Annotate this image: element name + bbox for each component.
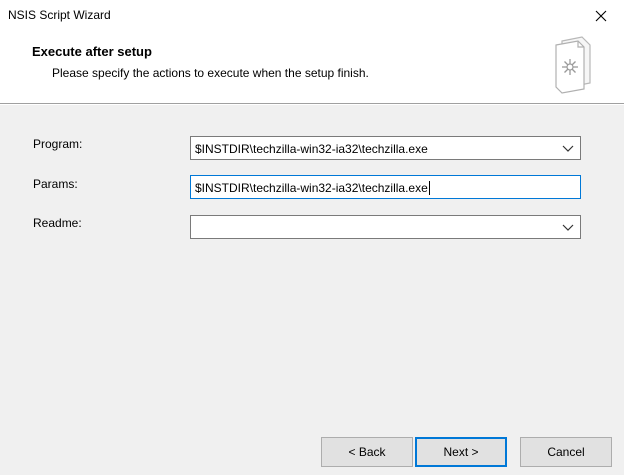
document-gear-icon: [555, 36, 591, 94]
program-combobox[interactable]: $INSTDIR\techzilla-win32-ia32\techzilla.…: [190, 136, 581, 160]
program-label: Program:: [33, 137, 83, 151]
close-button[interactable]: [578, 0, 624, 31]
page-title: Execute after setup: [32, 44, 152, 59]
text-caret: [428, 181, 430, 195]
chevron-down-icon[interactable]: [562, 222, 574, 232]
page-subtitle: Please specify the actions to execute wh…: [52, 66, 369, 80]
close-icon: [595, 10, 607, 21]
next-button[interactable]: Next >: [415, 437, 507, 467]
readme-label: Readme:: [33, 216, 82, 230]
params-input[interactable]: $INSTDIR\techzilla-win32-ia32\techzilla.…: [190, 175, 581, 199]
header-separator: [0, 103, 624, 105]
title-bar: NSIS Script Wizard: [0, 0, 624, 31]
wizard-header: Execute after setup Please specify the a…: [0, 31, 624, 103]
back-button[interactable]: < Back: [321, 437, 413, 467]
cancel-button[interactable]: Cancel: [520, 437, 612, 467]
chevron-down-icon[interactable]: [562, 143, 574, 153]
window-title: NSIS Script Wizard: [8, 8, 111, 22]
program-value: $INSTDIR\techzilla-win32-ia32\techzilla.…: [195, 142, 428, 156]
params-value: $INSTDIR\techzilla-win32-ia32\techzilla.…: [195, 181, 430, 195]
params-label: Params:: [33, 177, 78, 191]
readme-combobox[interactable]: [190, 215, 581, 239]
